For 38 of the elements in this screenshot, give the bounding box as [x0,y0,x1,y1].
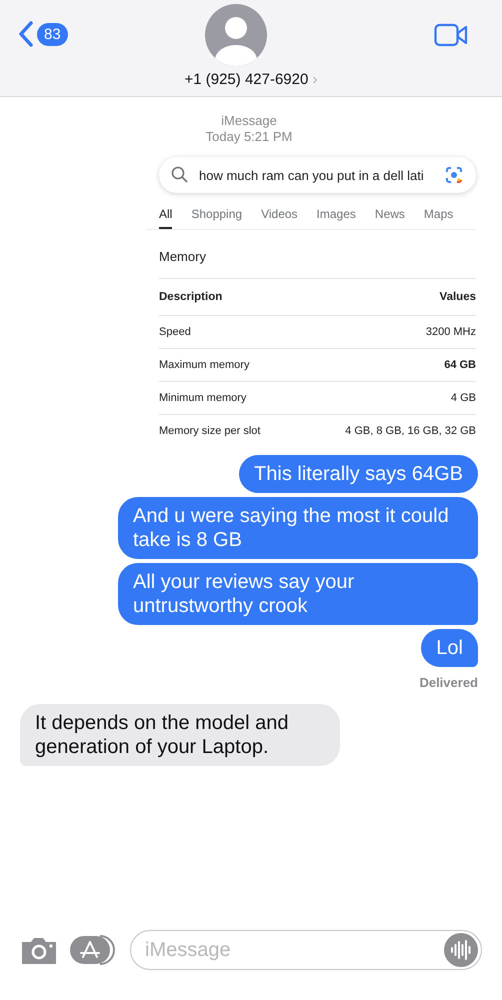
message-input-field[interactable]: iMessage [130,930,482,970]
tab-label: All [159,207,172,229]
tab-label: Maps [424,207,454,223]
contact-name[interactable]: +1 (925) 427-6920 › [184,71,318,88]
search-field: how much ram can you put in a dell lati [159,157,476,193]
unread-count-badge: 83 [37,22,68,46]
table-cell: Speed [159,326,191,338]
section-title: Memory [158,248,207,266]
timestamp: Today 5:21 PM [204,129,294,145]
column-header: Values [440,291,476,303]
tab-label: Videos [261,207,298,223]
table-cell: 3200 MHz [426,326,476,338]
message-bubble: Lol [421,629,478,667]
table-cell: 4 GB, 8 GB, 16 GB, 32 GB [345,425,476,437]
back-button[interactable]: 83 [18,20,68,48]
back-chevron-icon [18,20,34,48]
message-bubble: It depends on the model and generation of your Laptop. [20,704,340,766]
camera-icon[interactable] [20,935,58,965]
tab-label: Shopping [191,207,242,223]
table-cell: Maximum memory [159,359,250,371]
search-icon [171,166,189,184]
app-store-icon[interactable] [70,935,116,965]
column-header: Description [159,291,222,303]
table-cell: Minimum memory [159,392,246,404]
avatar-icon[interactable] [204,4,267,66]
video-camera-icon[interactable] [434,23,468,47]
table-cell: 64 GB [444,359,476,371]
table-cell: Memory size per slot [159,425,260,437]
message-bubble: All your reviews say your untrustworthy crook [118,563,478,625]
message-bubble: This literally says 64GB [239,455,478,493]
message-bubble: And u were saying the most it could take is 8 GB [118,497,478,559]
delivery-status: Delivered [419,675,478,690]
voice-waveform-icon[interactable] [444,933,478,967]
table-cell: 4 GB [450,392,476,404]
service-label: iMessage [220,113,278,129]
tab-label: Images [316,207,356,223]
tab-label: News [374,207,405,223]
camera-lens-icon [444,165,464,185]
